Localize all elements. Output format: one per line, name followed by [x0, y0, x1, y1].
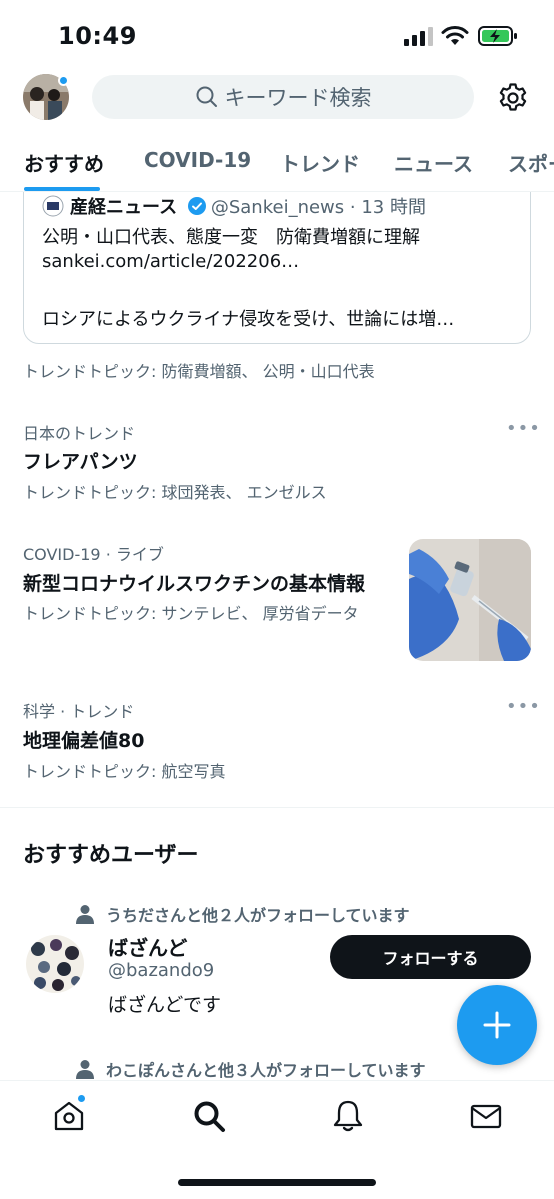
explore-feed: 産経ニュース @Sankei_news · 13 時間 公明・山口代表、態度一変… [0, 192, 554, 1080]
news-source: 産経ニュース @Sankei_news · 13 時間 [42, 193, 426, 219]
social-context: わこぽんさんと他３人がフォローしています [76, 1057, 426, 1080]
tab-recommended[interactable]: おすすめ [24, 148, 104, 177]
trend-category: 日本のトレンド [23, 424, 136, 443]
more-options-icon[interactable]: ••• [506, 696, 541, 717]
social-context: うちださんと他２人がフォローしています [76, 902, 410, 926]
explore-tabs: おすすめ COVID-19 トレンド ニュース スポー [0, 136, 554, 192]
trend-category: 科学 · トレンド [23, 702, 135, 721]
status-bar: 10:49 [0, 0, 554, 70]
person-icon [76, 1060, 94, 1079]
news-source-handle: @Sankei_news · 13 時間 [210, 197, 426, 218]
search-placeholder: キーワード検索 [224, 86, 372, 110]
wifi-icon [441, 26, 469, 45]
vaccine-thumbnail[interactable] [409, 539, 531, 661]
tab-news[interactable]: ニュース [394, 148, 473, 177]
trend-title[interactable]: 新型コロナウイルスワクチンの基本情報 [23, 569, 365, 596]
gear-icon[interactable] [497, 82, 529, 114]
bell-icon[interactable] [331, 1099, 365, 1133]
news-card[interactable]: 産経ニュース @Sankei_news · 13 時間 公明・山口代表、態度一変… [23, 192, 531, 344]
search-icon [196, 86, 217, 107]
trend-topics: トレンドトピック: 球団発表、 エンゼルス [23, 483, 327, 502]
section-title: おすすめユーザー [23, 843, 199, 868]
social-context-text: うちださんと他２人がフォローしています [106, 906, 410, 925]
social-context-text: わこぽんさんと他３人がフォローしています [106, 1061, 426, 1080]
plus-icon [483, 1011, 511, 1039]
trend-title[interactable]: フレアパンツ [23, 447, 138, 474]
news-body: ロシアによるウクライナ侵攻を受け、世論には増… [42, 309, 455, 330]
news-headline: 公明・山口代表、態度一変 防衛費増額に理解 [42, 227, 420, 248]
sankei-logo-icon [42, 195, 64, 217]
mail-icon[interactable] [469, 1099, 503, 1133]
trend-topics: トレンドトピック: 航空写真 [23, 762, 226, 781]
trend-topics: トレンドトピック: サンテレビ、 厚労省データ [23, 604, 359, 623]
user-bio: ばざんどです [108, 994, 222, 1016]
active-tab-indicator [24, 187, 100, 191]
explore-icon[interactable] [192, 1099, 226, 1133]
user-handle: @bazando9 [108, 960, 215, 981]
trend-title[interactable]: 地理偏差値80 [23, 726, 144, 753]
tab-trends[interactable]: トレンド [280, 148, 360, 177]
home-icon[interactable] [52, 1099, 86, 1133]
search-bar[interactable]: キーワード検索 [92, 75, 474, 119]
notification-dot [58, 75, 69, 86]
tab-covid19[interactable]: COVID-19 [144, 148, 251, 172]
trend-category: COVID-19 · ライブ [23, 545, 164, 564]
tab-sports[interactable]: スポー [508, 148, 554, 177]
home-indicator [178, 1179, 376, 1186]
follow-button[interactable]: フォローする [330, 935, 531, 979]
home-notification-dot [77, 1094, 86, 1103]
compose-button[interactable] [457, 985, 537, 1065]
status-time: 10:49 [58, 22, 137, 50]
verified-icon [187, 197, 206, 215]
news-link[interactable]: sankei.com/article/202206… [42, 251, 512, 272]
user-avatar[interactable] [26, 935, 84, 993]
news-source-name: 産経ニュース [70, 197, 178, 218]
more-options-icon[interactable]: ••• [506, 418, 541, 439]
user-name[interactable]: ばざんど [108, 932, 187, 961]
bottom-nav [0, 1080, 554, 1199]
cellular-signal-icon [404, 27, 433, 46]
section-divider [0, 807, 554, 808]
person-icon [76, 905, 94, 924]
battery-charging-icon [478, 26, 517, 46]
trend-topics: トレンドトピック: 防衛費増額、 公明・山口代表 [23, 362, 375, 381]
